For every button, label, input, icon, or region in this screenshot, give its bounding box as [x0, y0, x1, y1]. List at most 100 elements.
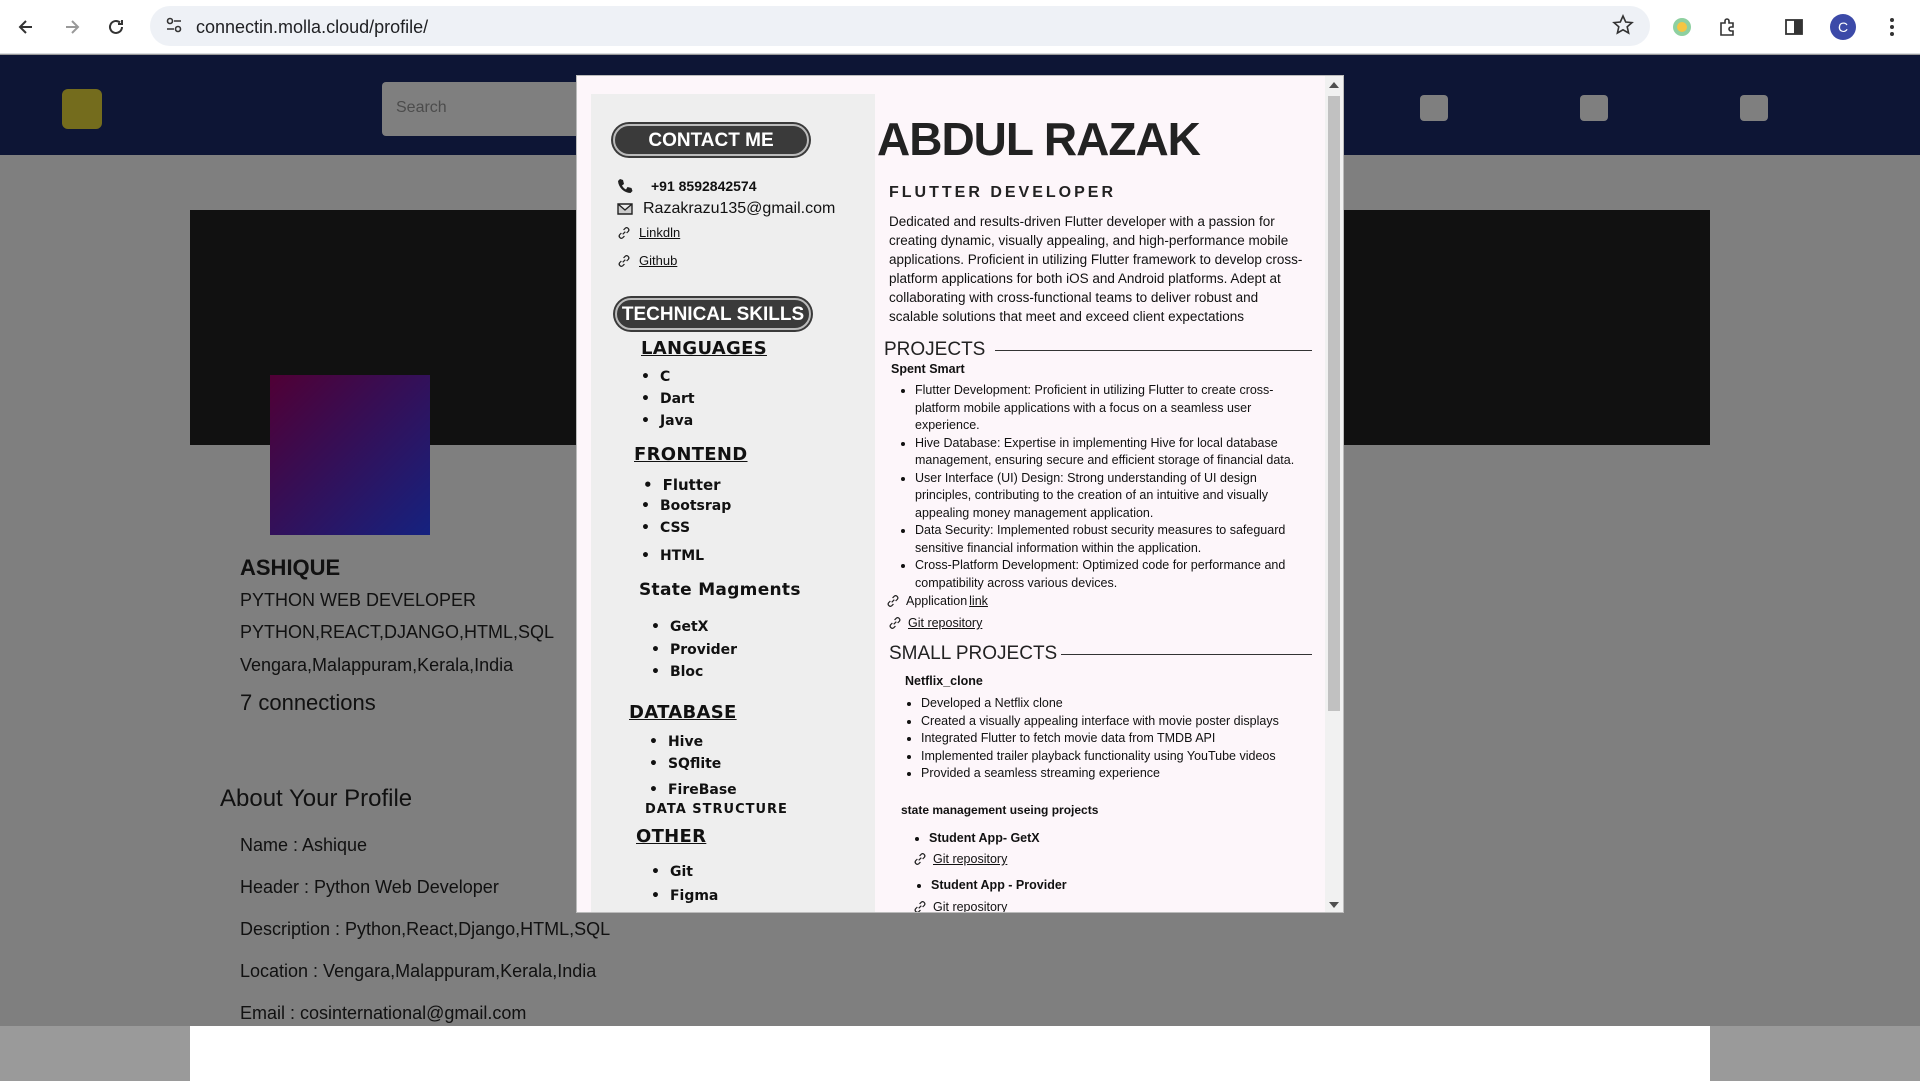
frontend-heading: FRONTEND	[634, 444, 748, 465]
skill-item: Dart	[641, 391, 695, 407]
list-item: Student App - Provider	[931, 877, 1215, 895]
resume-modal: CONTACT ME +91 8592842574 Razakrazu135@g…	[576, 75, 1344, 913]
project-name: Spent Smart	[891, 362, 965, 376]
list-item: Provided a seamless streaming experience	[921, 765, 1305, 783]
state-management-heading: State Magments	[639, 580, 801, 600]
browser-menu-button[interactable]	[1874, 9, 1910, 45]
envelope-icon	[617, 203, 633, 215]
skill-item: FireBase	[649, 782, 737, 798]
state-projects-heading: state management useing projects	[901, 803, 1099, 817]
list-item: Data Security: Implemented robust securi…	[915, 522, 1307, 557]
skill-item: Flutter	[643, 476, 721, 494]
small-projects-heading: SMALL PROJECTS	[889, 643, 1322, 665]
phone-icon	[618, 179, 633, 193]
application-link-row: Application link	[886, 594, 988, 608]
project-points: Developed a Netflix clone Created a visu…	[905, 695, 1305, 783]
link-icon	[914, 901, 926, 912]
state-project-list: Student App- GetX	[913, 830, 1213, 848]
skill-item: HTML	[641, 548, 704, 564]
list-item: Flutter Development: Proficient in utili…	[915, 382, 1307, 435]
link-icon	[889, 617, 901, 629]
skill-item: Bootsrap	[641, 498, 731, 514]
list-item: Developed a Netflix clone	[921, 695, 1305, 713]
skill-item: CSS	[641, 520, 690, 536]
skill-item: Java	[641, 413, 693, 429]
modal-scrollbar[interactable]	[1325, 76, 1343, 912]
forward-arrow-icon	[66, 20, 80, 34]
git-repo-row: Git repository	[913, 900, 1007, 912]
languages-heading: LANGUAGES	[641, 338, 767, 359]
github-row: Github	[617, 253, 677, 268]
back-arrow-icon	[18, 20, 32, 34]
git-repo-row: Git repository	[888, 616, 982, 630]
extension-colorful-icon	[1673, 18, 1691, 36]
linkedin-link[interactable]: Linkdln	[639, 225, 680, 240]
resume-role: FLUTTER DEVELOPER	[889, 184, 1117, 201]
github-link[interactable]: Github	[639, 253, 677, 268]
skill-item: Bloc	[651, 664, 703, 680]
other-heading: OTHER	[636, 826, 707, 847]
link-icon	[618, 226, 630, 239]
skill-item: Figma	[651, 888, 718, 904]
data-structure-heading: DATA STRUCTURE	[645, 802, 788, 817]
git-repo-row: Git repository	[913, 852, 1007, 866]
email-row: Razakrazu135@gmail.com	[617, 200, 835, 218]
list-item: Implemented trailer playback functionali…	[921, 748, 1305, 766]
puzzle-icon	[1720, 18, 1734, 36]
phone-number: +91 8592842574	[651, 178, 757, 194]
scrollbar-thumb[interactable]	[1328, 96, 1340, 711]
skill-item: GetX	[651, 619, 708, 635]
skill-item: Git	[651, 864, 693, 880]
technical-skills-heading: TECHNICAL SKILLS	[615, 298, 811, 330]
small-projects-heading-text: SMALL PROJECTS	[889, 643, 1058, 664]
list-item: Integrated Flutter to fetch movie data f…	[921, 730, 1305, 748]
git-repository-link[interactable]: Git repository	[908, 616, 982, 630]
side-panel-button[interactable]	[1776, 9, 1812, 45]
extensions-menu-button[interactable]	[1710, 9, 1746, 45]
browser-toolbar: connectin.molla.cloud/profile/ C	[0, 0, 1920, 54]
extension-button[interactable]	[1664, 9, 1700, 45]
list-item: Student App- GetX	[929, 830, 1213, 848]
site-settings-icon[interactable]	[164, 15, 184, 35]
address-bar[interactable]: connectin.molla.cloud/profile/	[150, 6, 1650, 46]
resume-name: ABDUL RAZAK	[877, 113, 1201, 165]
projects-heading-text: PROJECTS	[884, 339, 986, 360]
profile-avatar: C	[1830, 14, 1856, 40]
back-button[interactable]	[8, 9, 44, 45]
reload-icon	[109, 19, 123, 34]
git-repository-link[interactable]: Git repository	[933, 852, 1007, 866]
link-icon	[887, 595, 899, 607]
list-item: Cross-Platform Development: Optimized co…	[915, 557, 1307, 592]
profile-button[interactable]: C	[1825, 9, 1861, 45]
contact-heading: CONTACT ME	[613, 124, 809, 156]
skill-item: SQflite	[649, 756, 721, 772]
link-icon	[914, 853, 926, 865]
url-text: connectin.molla.cloud/profile/	[196, 17, 429, 37]
phone-row: +91 8592842574	[617, 178, 757, 194]
list-item: Created a visually appealing interface w…	[921, 713, 1305, 731]
linkedin-row: Linkdln	[617, 225, 680, 240]
list-item: User Interface (UI) Design: Strong under…	[915, 470, 1307, 523]
reload-button[interactable]	[98, 9, 134, 45]
scroll-up-arrow-icon[interactable]	[1329, 82, 1339, 88]
kebab-menu-icon	[1890, 18, 1894, 36]
skill-item: C	[641, 369, 670, 385]
side-panel-icon	[1785, 19, 1803, 35]
project-points: Flutter Development: Proficient in utili…	[899, 382, 1307, 592]
project-name: Netflix_clone	[905, 674, 983, 688]
bookmark-star-icon[interactable]	[1612, 14, 1634, 36]
state-project-list: Student App - Provider	[915, 877, 1215, 895]
scroll-down-arrow-icon[interactable]	[1329, 902, 1339, 908]
skill-item: Provider	[651, 642, 737, 658]
skill-item: Hive	[649, 734, 703, 750]
application-link[interactable]: link	[969, 594, 988, 608]
link-icon	[618, 254, 630, 267]
application-label: Application	[906, 594, 968, 608]
git-repository-link[interactable]: Git repository	[933, 900, 1007, 912]
forward-button[interactable]	[54, 9, 90, 45]
resume-summary: Dedicated and results-driven Flutter dev…	[889, 214, 1303, 324]
email-address: Razakrazu135@gmail.com	[643, 200, 836, 217]
projects-heading: PROJECTS	[884, 339, 1322, 361]
list-item: Hive Database: Expertise in implementing…	[915, 435, 1307, 470]
database-heading: DATABASE	[629, 702, 737, 723]
